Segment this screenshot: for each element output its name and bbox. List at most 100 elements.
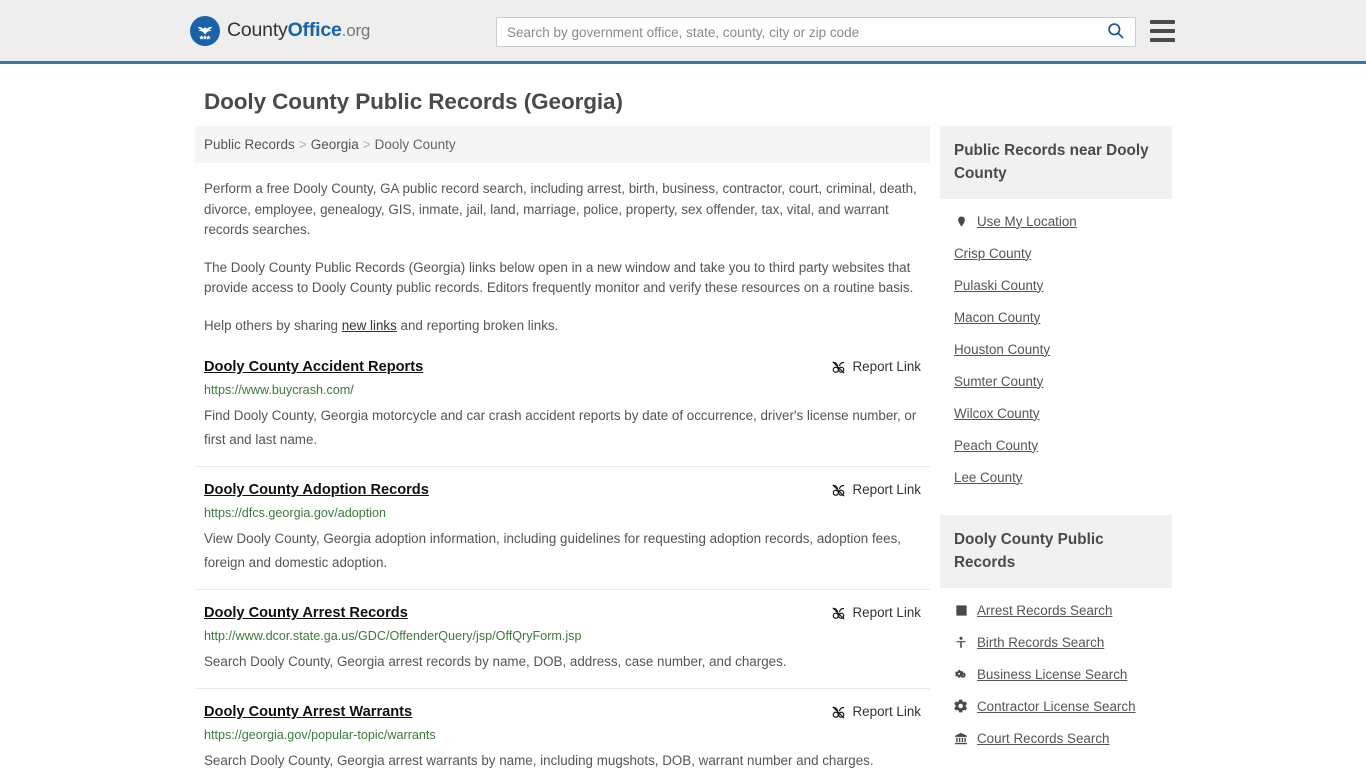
site-header: CountyOffice.org (0, 0, 1366, 64)
nearby-list-item[interactable]: Houston County (940, 333, 1172, 365)
broken-link-icon (831, 605, 846, 621)
logo-wordmark: CountyOffice.org (227, 19, 370, 42)
records-search-item[interactable]: Contractor License Search (940, 690, 1172, 722)
breadcrumb-item-georgia[interactable]: Georgia (311, 137, 359, 152)
broken-link-icon (831, 359, 846, 375)
search-bar (496, 17, 1136, 47)
records-search-item[interactable]: Arrest Records Search (940, 594, 1172, 626)
record-header: Dooly County Arrest Warrants Report Link (204, 703, 921, 721)
intro-text: Perform a free Dooly County, GA public r… (195, 179, 930, 336)
record-title-link[interactable]: Dooly County Adoption Records (204, 481, 429, 499)
breadcrumb-item-public-records[interactable]: Public Records (204, 137, 295, 152)
nearby-records-panel: Public Records near Dooly County Use My … (940, 126, 1172, 493)
nearby-list-item[interactable]: Use My Location (940, 205, 1172, 237)
nearby-list-item[interactable]: Lee County (940, 461, 1172, 493)
search-button[interactable] (1095, 18, 1135, 46)
nearby-county-link[interactable]: Use My Location (977, 214, 1077, 229)
nearby-county-link[interactable]: Crisp County (954, 246, 1031, 261)
page-title: Dooly County Public Records (Georgia) (204, 89, 623, 114)
nearby-list-item[interactable]: Macon County (940, 301, 1172, 333)
breadcrumb: Public Records > Georgia > Dooly County (195, 126, 930, 163)
help-prefix: Help others by sharing (204, 317, 342, 333)
nearby-county-link[interactable]: Wilcox County (954, 406, 1040, 421)
nearby-list-item[interactable]: Crisp County (940, 237, 1172, 269)
report-link-button[interactable]: Report Link (831, 358, 921, 375)
broken-link-icon (831, 704, 846, 720)
record-title-link[interactable]: Dooly County Accident Reports (204, 358, 423, 376)
search-icon (1106, 21, 1125, 43)
report-link-label: Report Link (852, 359, 921, 375)
record-url-link[interactable]: http://www.dcor.state.ga.us/GDC/Offender… (204, 628, 921, 645)
broken-link-icon (831, 482, 846, 498)
records-search-item[interactable]: Court Records Search (940, 722, 1172, 754)
record-item: Dooly County Adoption Records Report Link… (195, 481, 930, 590)
nearby-list-item[interactable]: Wilcox County (940, 397, 1172, 429)
record-header: Dooly County Adoption Records Report Link (204, 481, 921, 499)
site-logo[interactable]: CountyOffice.org (190, 15, 370, 46)
records-search-link[interactable]: Birth Records Search (977, 635, 1104, 650)
record-description: Find Dooly County, Georgia motorcycle an… (204, 408, 917, 447)
hamburger-bar (1150, 29, 1175, 33)
sidebar: Public Records near Dooly County Use My … (940, 126, 1172, 768)
nearby-county-link[interactable]: Houston County (954, 342, 1050, 357)
content-row: Public Records > Georgia > Dooly County Perf… (0, 126, 1366, 768)
help-suffix: and reporting broken links. (396, 317, 559, 333)
records-search-item[interactable]: Birth Records Search (940, 626, 1172, 658)
report-link-button[interactable]: Report Link (831, 703, 921, 720)
cogs-icon (954, 668, 968, 681)
report-link-label: Report Link (852, 482, 921, 498)
breadcrumb-separator: > (298, 137, 307, 152)
records-search-link[interactable]: Court Records Search (977, 731, 1109, 746)
intro-help-paragraph: Help others by sharing new links and rep… (204, 316, 921, 337)
record-title-link[interactable]: Dooly County Arrest Warrants (204, 703, 412, 721)
record-title-link[interactable]: Dooly County Arrest Records (204, 604, 408, 622)
nearby-panel-heading: Public Records near Dooly County (940, 126, 1172, 199)
records-search-link[interactable]: Arrest Records Search (977, 603, 1112, 618)
nearby-list: Use My Location Crisp County Pulaski Count… (940, 199, 1172, 493)
hamburger-menu-icon[interactable] (1150, 20, 1175, 42)
county-records-panel: Dooly County Public Records Arrest Recor… (940, 515, 1172, 754)
gear-icon (954, 699, 968, 713)
search-input[interactable] (497, 18, 1095, 46)
records-search-link[interactable]: Contractor License Search (977, 699, 1136, 714)
nearby-list-item[interactable]: Peach County (940, 429, 1172, 461)
breadcrumb-separator: > (362, 137, 371, 152)
records-list: Dooly County Accident Reports Report Link… (195, 358, 930, 768)
logo-text-org: .org (341, 21, 371, 40)
map-pin-icon (954, 214, 968, 229)
nearby-county-link[interactable]: Peach County (954, 438, 1038, 453)
intro-paragraph-1: Perform a free Dooly County, GA public r… (204, 181, 917, 237)
eagle-emblem-icon (190, 15, 220, 46)
report-link-button[interactable]: Report Link (831, 604, 921, 621)
nearby-list-item[interactable]: Pulaski County (940, 269, 1172, 301)
record-item: Dooly County Accident Reports Report Link… (195, 358, 930, 467)
nearby-list-item[interactable]: Sumter County (940, 365, 1172, 397)
record-description: Search Dooly County, Georgia arrest warr… (204, 753, 874, 768)
records-search-item[interactable]: Business License Search (940, 658, 1172, 690)
nearby-county-link[interactable]: Lee County (954, 470, 1023, 485)
fingerprint-icon (954, 604, 968, 617)
page-container: Dooly County Public Records (Georgia) Pu… (0, 89, 1366, 768)
breadcrumb-item-dooly-county: Dooly County (374, 137, 456, 152)
logo-text-county: County (227, 19, 288, 41)
logo-text-office: Office (287, 19, 342, 41)
report-link-button[interactable]: Report Link (831, 481, 921, 498)
nearby-county-link[interactable]: Sumter County (954, 374, 1043, 389)
record-url-link[interactable]: https://dfcs.georgia.gov/adoption (204, 505, 921, 522)
records-panel-heading: Dooly County Public Records (940, 515, 1172, 588)
intro-paragraph-2: The Dooly County Public Records (Georgia… (204, 259, 914, 296)
record-header: Dooly County Arrest Records Report Link (204, 604, 921, 622)
record-url-link[interactable]: https://www.buycrash.com/ (204, 382, 921, 399)
record-url-link[interactable]: https://georgia.gov/popular-topic/warran… (204, 727, 921, 744)
record-header: Dooly County Accident Reports Report Link (204, 358, 921, 376)
baby-icon (954, 635, 968, 650)
report-link-label: Report Link (852, 704, 921, 720)
records-search-link[interactable]: Business License Search (977, 667, 1127, 682)
hamburger-bar (1150, 20, 1175, 24)
new-links-link[interactable]: new links (342, 318, 397, 333)
nearby-county-link[interactable]: Macon County (954, 310, 1040, 325)
hamburger-bar (1150, 38, 1175, 42)
courthouse-icon (954, 732, 968, 745)
record-item: Dooly County Arrest Records Report Link ht… (195, 604, 930, 689)
nearby-county-link[interactable]: Pulaski County (954, 278, 1043, 293)
